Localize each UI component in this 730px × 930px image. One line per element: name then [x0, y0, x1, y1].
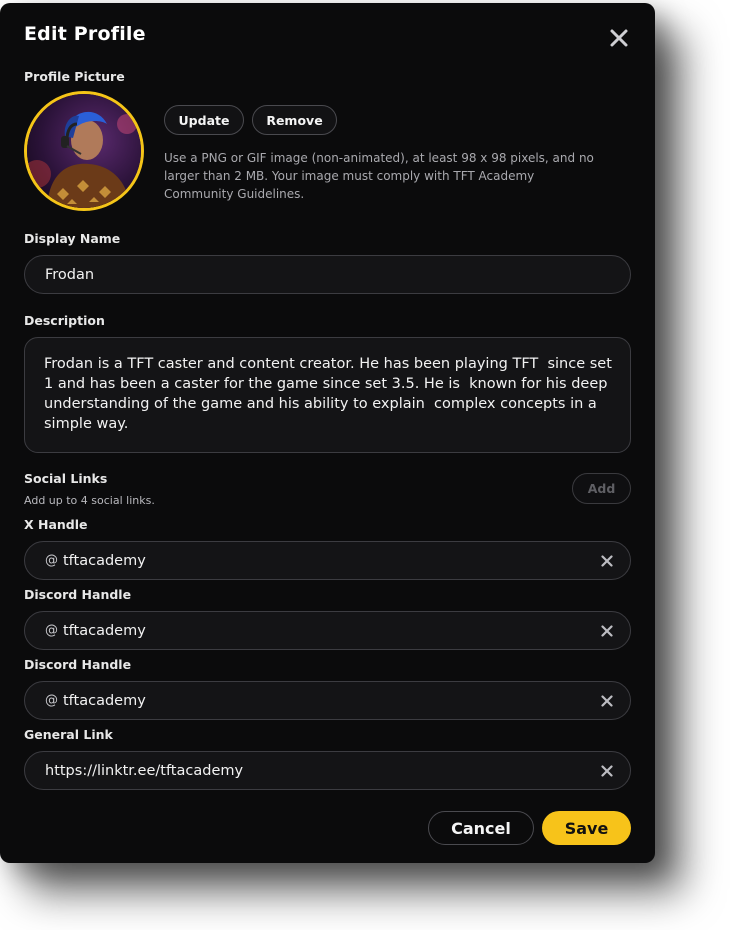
avatar	[24, 91, 144, 211]
clear-general-link-button[interactable]	[600, 764, 614, 778]
edit-profile-modal: Edit Profile Profile Picture Update Remo…	[0, 3, 655, 863]
cancel-button[interactable]: Cancel	[428, 811, 534, 845]
update-button[interactable]: Update	[164, 105, 244, 135]
discord-handle-field[interactable]: @ tftacademy	[24, 611, 631, 650]
avatar-image	[27, 94, 141, 208]
discord-handle-value-2: tftacademy	[63, 692, 146, 709]
clear-x-handle-button[interactable]	[600, 554, 614, 568]
description-value: Frodan is a TFT caster and content creat…	[44, 356, 617, 432]
discord-handle-value: tftacademy	[63, 622, 146, 639]
profile-picture-help-text: Use a PNG or GIF image (non-animated), a…	[164, 151, 594, 201]
discord-handle-label: Discord Handle	[24, 587, 132, 602]
modal-title: Edit Profile	[24, 23, 146, 45]
add-social-link-button[interactable]: Add	[572, 473, 631, 504]
general-link-value: https://linktr.ee/tftacademy	[45, 762, 244, 779]
display-name-value: Frodan	[45, 266, 95, 283]
close-icon	[601, 764, 613, 777]
close-icon	[601, 624, 613, 637]
close-icon	[601, 554, 613, 567]
close-button[interactable]	[604, 23, 634, 53]
display-name-label: Display Name	[24, 231, 121, 246]
x-handle-field[interactable]: @ tftacademy	[24, 541, 631, 580]
social-links-sublabel: Add up to 4 social links.	[24, 494, 155, 507]
save-button[interactable]: Save	[542, 811, 631, 845]
general-link-label: General Link	[24, 727, 113, 742]
at-symbol: @	[45, 692, 58, 708]
description-textarea[interactable]: Frodan is a TFT caster and content creat…	[24, 337, 631, 453]
discord-handle-field-2[interactable]: @ tftacademy	[24, 681, 631, 720]
description-label: Description	[24, 313, 105, 328]
close-icon	[610, 29, 628, 47]
general-link-field[interactable]: https://linktr.ee/tftacademy	[24, 751, 631, 790]
at-symbol: @	[45, 552, 58, 568]
discord-handle-label-2: Discord Handle	[24, 657, 132, 672]
profile-picture-label: Profile Picture	[24, 69, 125, 84]
remove-button[interactable]: Remove	[252, 105, 337, 135]
clear-discord-handle-2-button[interactable]	[600, 694, 614, 708]
close-icon	[601, 694, 613, 707]
display-name-field[interactable]: Frodan	[24, 255, 631, 294]
x-handle-label: X Handle	[24, 517, 88, 532]
social-links-label: Social Links	[24, 471, 108, 486]
clear-discord-handle-button[interactable]	[600, 624, 614, 638]
at-symbol: @	[45, 622, 58, 638]
x-handle-value: tftacademy	[63, 552, 146, 569]
